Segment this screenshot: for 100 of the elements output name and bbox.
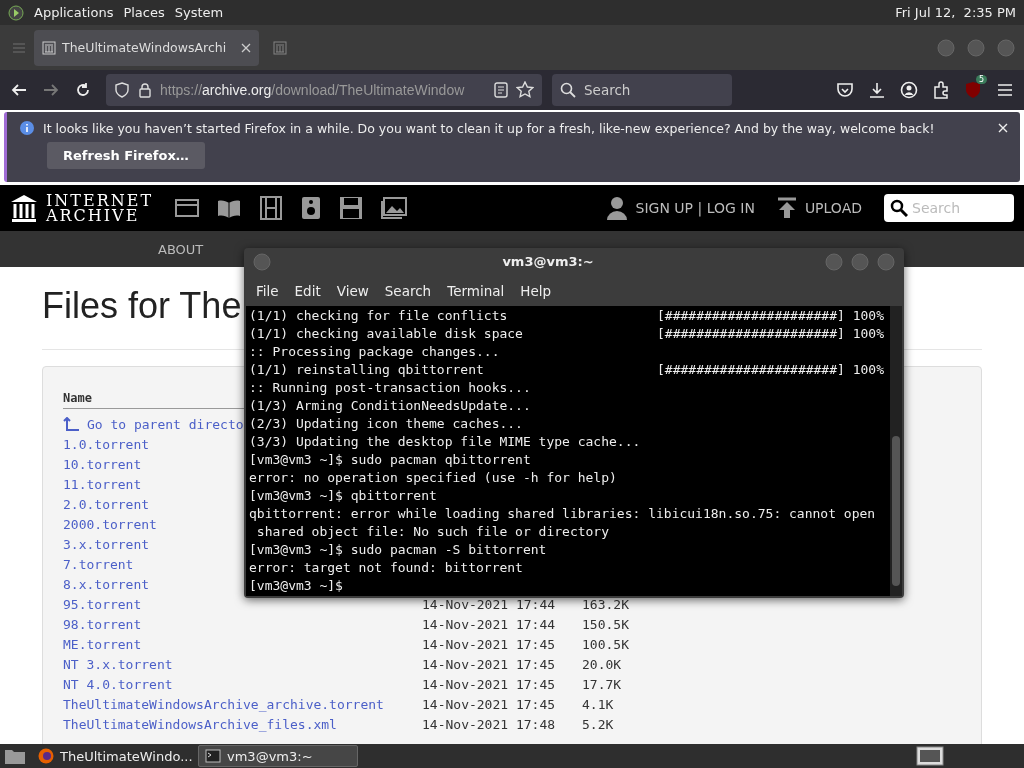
file-link[interactable]: ME.torrent bbox=[63, 636, 142, 652]
table-cell-text: 17.7K bbox=[582, 676, 623, 692]
upload-icon bbox=[776, 197, 797, 219]
file-link[interactable]: 3.x.torrent bbox=[63, 536, 150, 552]
account-icon[interactable] bbox=[900, 81, 918, 99]
terminal-line: (1/1) checking available disk space bbox=[249, 326, 523, 341]
terminal-line: :: Processing package changes... bbox=[249, 344, 500, 359]
table-cell-text: 14-Nov-2021 17:44 bbox=[422, 616, 557, 632]
panel-menu[interactable]: Places bbox=[123, 5, 165, 20]
clock: Fri Jul 12, 2:35 PM bbox=[895, 5, 1016, 20]
terminal-line: (1/1) checking for file conflicts bbox=[249, 308, 508, 323]
menu-icon[interactable] bbox=[996, 81, 1014, 99]
terminal-line: qbittorrent: error while loading shared libraries: libicui18n.so.75: cannot open bbox=[249, 506, 876, 521]
speaker-icon[interactable] bbox=[301, 196, 322, 220]
browser-tab[interactable]: TheUltimateWindowsArchi bbox=[34, 29, 259, 66]
image-icon[interactable] bbox=[381, 197, 408, 219]
folder-icon[interactable] bbox=[4, 747, 26, 765]
star-icon[interactable] bbox=[516, 81, 534, 99]
web-icon[interactable] bbox=[175, 198, 200, 218]
terminal-line: error: no operation specified (use -h for help) bbox=[249, 470, 617, 485]
terminal-line: shared object file: No such file or directory bbox=[255, 524, 610, 539]
terminal-line: (2/3) Updating icon theme caches... bbox=[249, 416, 523, 431]
file-link[interactable]: Go to parent directo bbox=[87, 416, 244, 432]
info-icon bbox=[19, 120, 35, 136]
file-link[interactable]: 98.torrent bbox=[63, 616, 142, 632]
refresh-button[interactable]: Refresh Firefox… bbox=[47, 142, 205, 169]
window-title: vm3@vm3:~ bbox=[501, 254, 595, 270]
film-icon[interactable] bbox=[259, 196, 284, 220]
file-link[interactable]: 11.torrent bbox=[63, 476, 142, 492]
progress-text: [######################] 100% bbox=[657, 361, 884, 379]
table-cell-text: 14-Nov-2021 17:45 bbox=[422, 636, 557, 652]
address-bar[interactable]: https://archive.org/download/TheUltimateWindow bbox=[106, 74, 542, 106]
pocket-icon[interactable] bbox=[836, 81, 854, 99]
upload-link[interactable]: UPLOAD bbox=[804, 200, 862, 216]
menu-item[interactable]: File bbox=[250, 280, 285, 301]
panel-menu[interactable]: System bbox=[174, 5, 224, 20]
workspace-icon[interactable] bbox=[916, 746, 944, 766]
table-cell-text: 14-Nov-2021 17:44 bbox=[422, 596, 557, 612]
table-cell-text: 100.5K bbox=[582, 636, 630, 652]
menu-item[interactable]: Search bbox=[378, 280, 438, 301]
progress-text: [######################] 100% bbox=[657, 325, 884, 343]
book-icon[interactable] bbox=[217, 198, 242, 218]
file-link[interactable]: 95.torrent bbox=[63, 596, 142, 612]
notification-message: It looks like you haven’t started Firefox in a while. Do you want to clean it up for a fresh, like-new experience? And by the way, welcome back! bbox=[43, 120, 935, 136]
file-link[interactable]: 1.0.torrent bbox=[63, 436, 150, 452]
table-cell-text: 14-Nov-2021 17:48 bbox=[422, 716, 557, 732]
up-arrow-icon[interactable] bbox=[63, 417, 79, 431]
terminal-line: [vm3@vm3 ~]$ bbox=[249, 578, 343, 593]
file-link[interactable]: NT 3.x.torrent bbox=[63, 656, 173, 672]
scrollbar[interactable] bbox=[890, 306, 902, 596]
file-link[interactable]: 8.x.torrent bbox=[63, 576, 150, 592]
terminal-line: (1/1) reinstalling qbittorrent bbox=[249, 362, 484, 377]
menu-item[interactable]: Edit bbox=[288, 280, 327, 301]
file-link[interactable]: 7.torrent bbox=[63, 556, 134, 572]
terminal-line: [vm3@vm3 ~]$ sudo pacman -S bittorrent bbox=[249, 542, 547, 557]
badge-count: 5 bbox=[975, 75, 987, 84]
lock-icon bbox=[138, 82, 152, 98]
search-icon bbox=[890, 199, 908, 217]
terminal-icon bbox=[205, 749, 221, 763]
temple-icon[interactable] bbox=[10, 193, 38, 223]
table-cell-text: 14-Nov-2021 17:45 bbox=[422, 676, 557, 692]
file-link[interactable]: 10.torrent bbox=[63, 456, 142, 472]
search-field[interactable]: Search bbox=[552, 74, 732, 106]
person-icon bbox=[605, 196, 628, 220]
terminal-line: [vm3@vm3 ~]$ qbittorrent bbox=[249, 488, 437, 503]
file-link[interactable]: NT 4.0.torrent bbox=[63, 676, 173, 692]
menu-item[interactable]: Terminal bbox=[441, 280, 511, 301]
puzzle-icon[interactable] bbox=[932, 81, 950, 99]
site-logo[interactable]: INTERNET ARCHIVE bbox=[46, 193, 154, 223]
panel-menu[interactable]: Applications bbox=[34, 5, 114, 20]
page-heading: Files for The bbox=[42, 285, 242, 327]
table-cell-text: 4.1K bbox=[582, 696, 615, 712]
table-cell-text: 5.2K bbox=[582, 716, 615, 732]
menu-item[interactable]: Help bbox=[514, 280, 558, 301]
archive-icon bbox=[273, 40, 287, 55]
taskbar-item[interactable]: vm3@vm3:~ bbox=[198, 745, 358, 767]
nav-link[interactable]: ABOUT bbox=[158, 241, 204, 257]
shield-icon[interactable] bbox=[964, 81, 982, 99]
menu-item[interactable]: View bbox=[330, 280, 375, 301]
file-link[interactable]: TheUltimateWindowsArchive_archive.torrent bbox=[63, 696, 384, 712]
shield-icon bbox=[114, 82, 130, 98]
table-cell-text: 14-Nov-2021 17:45 bbox=[422, 656, 557, 672]
download-icon[interactable] bbox=[868, 81, 886, 99]
file-link[interactable]: TheUltimateWindowsArchive_files.xml bbox=[63, 716, 337, 732]
reload-icon[interactable] bbox=[74, 81, 92, 99]
sign-up-log-in-link[interactable]: SIGN UP | LOG IN bbox=[635, 200, 755, 216]
table-cell-text: 14-Nov-2021 17:45 bbox=[422, 696, 557, 712]
table-cell-text: 163.2K bbox=[582, 596, 630, 612]
archive-icon bbox=[42, 40, 56, 55]
progress-text: [######################] 100% bbox=[657, 307, 884, 325]
reader-icon[interactable] bbox=[494, 82, 508, 98]
file-link[interactable]: 2.0.torrent bbox=[63, 496, 150, 512]
file-link[interactable]: 2000.torrent bbox=[63, 516, 157, 532]
close-icon[interactable] bbox=[241, 42, 251, 53]
table-cell-text: 150.5K bbox=[582, 616, 630, 632]
taskbar-item[interactable]: TheUltimateWindo... bbox=[32, 745, 192, 767]
search-icon bbox=[560, 82, 576, 98]
terminal-line: (3/3) Updating the desktop file MIME type cache... bbox=[249, 434, 641, 449]
floppy-icon[interactable] bbox=[339, 196, 364, 220]
table-cell-text: 20.0K bbox=[582, 656, 623, 672]
